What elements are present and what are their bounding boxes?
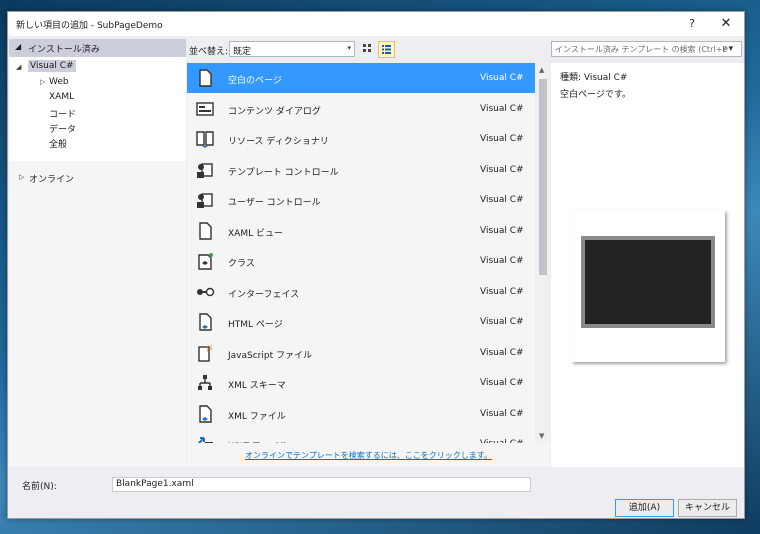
add-new-item-dialog: 新しい項目の追加 - SubPageDemo ? ✕ ◢ インストール済み ◢ … [7,11,745,519]
template-name: ユーザー コントロール [228,198,321,208]
template-language: Visual C# [480,347,524,358]
tree-item-general[interactable]: 全般 [49,137,67,150]
tree-item-code[interactable]: コード [49,107,76,120]
tree-item-web[interactable]: Web [49,77,69,87]
templated-control-icon [197,162,213,178]
tree-item-visual-csharp[interactable]: Visual C# [28,60,76,72]
window-title: 新しい項目の追加 - SubPageDemo [16,21,163,31]
template-name: 空白のページ [228,76,282,86]
template-language: Visual C# [480,195,524,205]
template-language: Visual C# [480,317,524,327]
template-name: XML ファイル [228,411,286,422]
list-view-icon [382,45,391,54]
sort-label: 並べ替え: [189,47,229,57]
template-language: Visual C# [480,164,524,175]
preview-screen [581,236,715,328]
xslt-file-icon [197,437,213,443]
cancel-button[interactable]: キャンセル [678,499,737,517]
scroll-down-icon[interactable]: ▼ [539,432,544,440]
template-type: 種類: Visual C# [560,73,628,83]
template-list: 空白のページ Visual C# コンテンツ ダイアログ Visual C# リソース … [187,63,535,443]
help-button[interactable]: ? [680,15,704,33]
template-language: Visual C# [480,73,524,83]
template-row[interactable]: XML スキーマ Visual C# [187,368,535,398]
template-name: テンプレート コントロール [228,167,339,178]
template-row[interactable]: 空白のページ Visual C# [187,63,535,93]
template-row[interactable]: クラス Visual C# [187,246,535,276]
installed-header-label: インストール済み [28,45,100,55]
sort-value: 既定 [233,47,252,57]
collapsed-arrow-icon: ▷ [40,78,46,86]
installed-header[interactable]: ◢ インストール済み [9,39,186,57]
template-language: Visual C# [480,408,524,419]
template-name: リソース ディクショナリ [228,137,329,147]
chevron-down-icon: ▾ [347,44,351,52]
javascript-file-icon: JS [198,345,213,362]
template-list-scrollbar[interactable]: ▲ ▼ [536,63,550,443]
search-icon[interactable]: ⌕▾ [723,44,733,54]
template-name: クラス [228,259,255,269]
xml-schema-icon [198,375,212,390]
template-row[interactable]: リソース ディクショナリ Visual C# [187,124,535,154]
template-search-input[interactable]: インストール済み テンプレート の検索 (Ctrl+E ⌕▾ [551,41,742,57]
template-language: Visual C# [480,286,524,297]
template-language: Visual C# [480,225,524,236]
template-row[interactable]: コンテンツ ダイアログ Visual C# [187,94,535,124]
user-control-icon [197,193,213,208]
collapsed-arrow-icon: ▷ [19,173,25,181]
search-placeholder: インストール済み テンプレート の検索 (Ctrl+E [555,45,728,54]
template-description: 空白ページです。 [560,90,631,100]
tree-item-online: オンライン [29,175,75,185]
tree-item-xaml[interactable]: XAML [49,92,74,102]
template-language: Visual C# [480,256,524,266]
class-icon [198,253,213,270]
template-name: JavaScript ファイル [228,350,312,361]
title-bar: 新しい項目の追加 - SubPageDemo ? ✕ [8,12,744,36]
sort-dropdown[interactable]: 既定 ▾ [229,41,355,57]
svg-text:JS: JS [206,345,213,352]
template-row[interactable]: テンプレート コントロール Visual C# [187,155,535,185]
expanded-arrow-icon: ◢ [16,63,22,71]
search-online-link[interactable]: オンラインでテンプレートを検索するには、ここをクリックします。 [187,443,550,467]
interface-icon [197,287,215,296]
template-name: XML スキーマ [228,381,286,391]
template-row[interactable]: XSLT ファイルVisual C# [187,429,535,443]
template-row[interactable]: インターフェイス Visual C# [187,277,535,307]
category-panel: ◢ インストール済み ◢ Visual C# ▷ Web XAML コード デー… [9,39,186,467]
tree-item-data[interactable]: データ [49,122,76,135]
template-language: Visual C# [480,103,524,114]
blank-page-icon [199,69,212,87]
scroll-up-icon[interactable]: ▲ [539,66,544,74]
xaml-view-icon [199,221,212,240]
template-row[interactable]: XML ファイル Visual C# [187,399,535,429]
template-name: XAML ビュー [228,228,283,239]
name-label: 名前(N): [22,482,57,492]
template-name: HTML ページ [228,320,283,330]
grid-view-icon[interactable] [361,42,375,56]
template-row[interactable]: ユーザー コントロール Visual C# [187,185,535,215]
template-preview [571,210,725,362]
scrollbar-thumb[interactable] [539,79,547,275]
template-language: Visual C# [480,378,524,388]
resource-dictionary-icon [196,131,214,148]
template-name: インターフェイス [228,289,300,300]
template-language: Visual C# [480,134,524,144]
template-name: コンテンツ ダイアログ [228,106,321,117]
html-page-icon [199,313,212,331]
online-section[interactable]: ▷ オンライン [9,171,186,185]
template-row[interactable]: JS JavaScript ファイル Visual C# [187,338,535,368]
add-button[interactable]: 追加(A) [615,499,674,517]
list-view-button[interactable] [378,41,395,58]
name-input[interactable]: BlankPage1.xaml [112,477,531,492]
template-row[interactable]: HTML ページ Visual C# [187,307,535,337]
close-button[interactable]: ✕ [714,15,738,33]
template-row[interactable]: XAML ビュー Visual C# [187,216,535,246]
category-tree: ◢ Visual C# ▷ Web XAML コード データ 全般 [9,57,186,161]
xml-file-icon [199,404,212,423]
collapse-arrow-icon: ◢ [15,42,22,51]
content-dialog-icon [196,101,214,116]
details-panel: 種類: Visual C# 空白ページです。 [551,63,744,467]
